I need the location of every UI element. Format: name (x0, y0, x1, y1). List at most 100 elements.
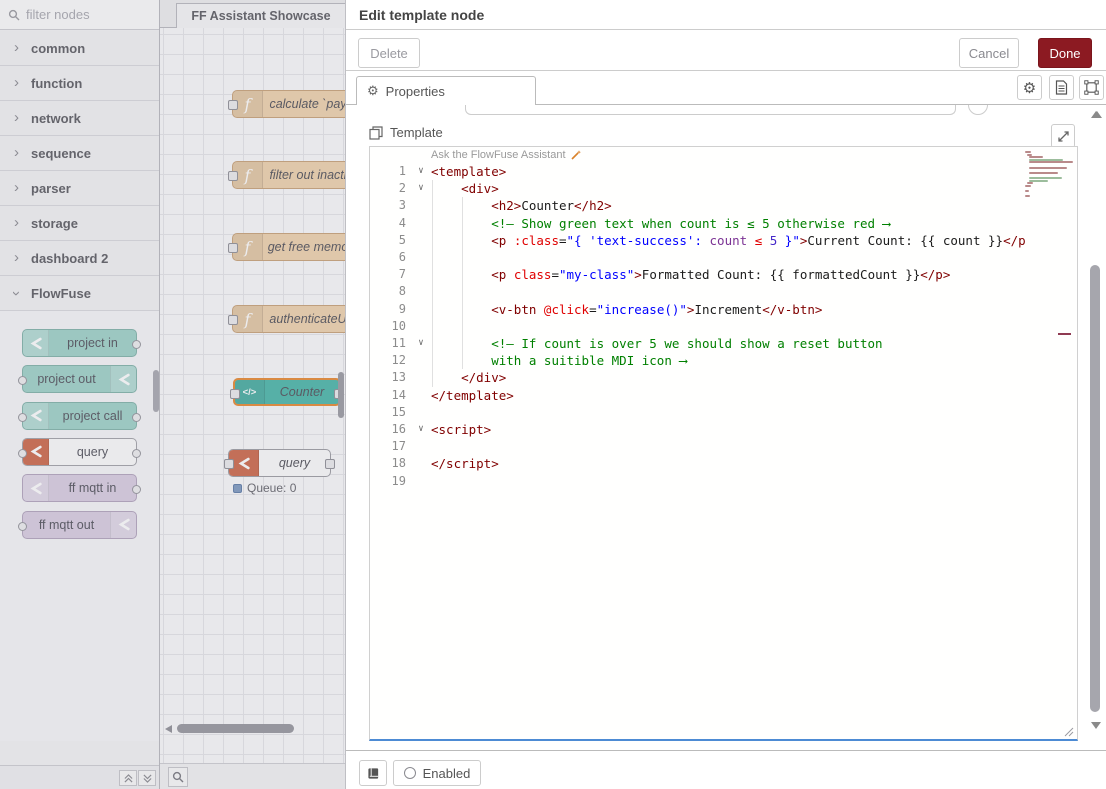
tab-properties[interactable]: ⚙ Properties (356, 76, 536, 105)
palette-category-label: sequence (31, 146, 91, 161)
expand-editor-button[interactable] (1051, 124, 1075, 148)
line-number: 2 (370, 180, 406, 197)
code-content (431, 249, 1025, 266)
code-line-18[interactable]: 18</script> (370, 455, 1077, 472)
palette-filter-input[interactable] (26, 7, 146, 22)
palette-category-flowfuse[interactable]: ›FlowFuse (0, 276, 159, 311)
node-label: calculate `pay (263, 97, 345, 111)
template-field-row: Template (369, 125, 443, 140)
palette-category-storage[interactable]: ›storage (0, 206, 159, 241)
tray-scroll-up-arrow[interactable] (1091, 111, 1101, 118)
code-line-3[interactable]: 3<h2>Counter</h2> (370, 197, 1077, 214)
node-port[interactable] (228, 171, 238, 181)
code-line-17[interactable]: 17 (370, 438, 1077, 455)
delete-button[interactable]: Delete (358, 38, 420, 68)
code-line-12[interactable]: 12with a suitible MDI icon ⟶ (370, 352, 1077, 369)
palette-flowfuse-section: project in project out project call query ff… (0, 311, 159, 741)
node-port[interactable] (228, 243, 238, 253)
assistant-hint[interactable]: Ask the FlowFuse Assistant (431, 149, 582, 161)
focus-zoom-button[interactable] (168, 767, 188, 787)
code-line-7[interactable]: 7<p class="my-class">Formatted Count: {{… (370, 266, 1077, 283)
palette-category-function[interactable]: ›function (0, 66, 159, 101)
minimap-line (1025, 151, 1031, 153)
palette-search[interactable] (0, 0, 159, 30)
code-line-2[interactable]: 2∨<div> (370, 180, 1077, 197)
tray-scroll-down-arrow[interactable] (1091, 722, 1101, 729)
indent-guide (432, 266, 433, 283)
editor-resize-handle[interactable] (1062, 725, 1074, 737)
palette-node-project-call[interactable]: project call (22, 402, 137, 430)
code-editor[interactable]: Ask the FlowFuse Assistant 1∨<template>2… (369, 146, 1078, 741)
scroll-left-arrow-icon[interactable] (165, 725, 172, 733)
line-number: 17 (370, 438, 406, 455)
code-line-14[interactable]: 14</template> (370, 387, 1077, 404)
enabled-label: Enabled (423, 766, 471, 781)
node-label: get free memo (263, 240, 345, 254)
code-line-4[interactable]: 4<!— Show green text when count is ≤ 5 o… (370, 215, 1077, 232)
fold-chevron-icon[interactable]: ∨ (414, 180, 428, 197)
branch-icon (23, 475, 49, 501)
palette-category-label: common (31, 41, 85, 56)
flow-node-counter[interactable]: </>Counter (233, 378, 341, 406)
code-line-10[interactable]: 10 (370, 318, 1077, 335)
editor-minimap[interactable] (1025, 149, 1075, 729)
palette-category-sequence[interactable]: ›sequence (0, 136, 159, 171)
flow-node-authenticateu[interactable]: fauthenticateU (232, 305, 345, 333)
fold-chevron-icon[interactable]: ∨ (414, 421, 428, 438)
line-number: 9 (370, 301, 406, 318)
palette-node-query[interactable]: query (22, 438, 137, 466)
flow-node-get-free-memo[interactable]: fget free memo (232, 233, 345, 261)
palette-category-common[interactable]: › common (0, 31, 159, 66)
palette-node-ff-mqtt-out[interactable]: ff mqtt out (22, 511, 137, 539)
chevron-right-icon: › (14, 40, 19, 55)
fold-chevron-icon[interactable]: ∨ (414, 163, 428, 180)
node-port[interactable] (224, 459, 234, 469)
code-line-6[interactable]: 6 (370, 249, 1077, 266)
palette-node-label: ff mqtt in (49, 481, 136, 495)
done-button[interactable]: Done (1038, 38, 1092, 68)
tray-scrollbar[interactable] (1090, 265, 1100, 712)
fold-chevron-icon[interactable]: ∨ (414, 335, 428, 352)
code-line-9[interactable]: 9<v-btn @click="increase()">Increment</v… (370, 301, 1077, 318)
code-line-11[interactable]: 11∨<!— If count is over 5 we should show… (370, 335, 1077, 352)
palette-node-project-in[interactable]: project in (22, 329, 137, 357)
cancel-button[interactable]: Cancel (959, 38, 1019, 68)
code-line-16[interactable]: 16∨<script> (370, 421, 1077, 438)
indent-guide (432, 197, 433, 214)
workspace-tab[interactable]: FF Assistant Showcase (176, 3, 345, 28)
flow-node-calculate-pay[interactable]: fcalculate `pay (232, 90, 345, 118)
node-port[interactable] (230, 389, 240, 399)
expand-all-button[interactable] (138, 770, 156, 786)
code-line-13[interactable]: 13</div> (370, 369, 1077, 386)
code-line-15[interactable]: 15 (370, 404, 1077, 421)
code-line-19[interactable]: 19 (370, 473, 1077, 490)
palette-scrollbar[interactable] (153, 370, 159, 412)
indent-guide (462, 352, 463, 369)
node-description-button[interactable] (1049, 75, 1074, 100)
collapse-all-button[interactable] (119, 770, 137, 786)
palette-node-project-out[interactable]: project out (22, 365, 137, 393)
node-port[interactable] (228, 315, 238, 325)
node-port[interactable] (325, 459, 335, 469)
flow-node-query[interactable]: query (228, 449, 331, 477)
tray-toolbar: Delete Cancel Done (346, 30, 1106, 71)
palette-node-label: project out (23, 372, 110, 386)
line-number: 16 (370, 421, 406, 438)
palette-node-ff-mqtt-in[interactable]: ff mqtt in (22, 474, 137, 502)
circle-icon (404, 767, 416, 779)
palette-category-network[interactable]: ›network (0, 101, 159, 136)
node-port[interactable] (228, 100, 238, 110)
code-line-1[interactable]: 1∨<template> (370, 163, 1077, 180)
library-button[interactable] (359, 760, 387, 786)
palette-category-parser[interactable]: ›parser (0, 171, 159, 206)
code-line-8[interactable]: 8 (370, 283, 1077, 300)
node-appearance-button[interactable] (1079, 75, 1104, 100)
canvas-horizontal-scrollbar[interactable] (177, 724, 294, 733)
code-line-5[interactable]: 5<p :class="{ 'text-success': count ≤ 5 … (370, 232, 1077, 249)
node-settings-button[interactable]: ⚙ (1017, 75, 1042, 100)
flow-node-filter-out-inacti[interactable]: ffilter out inacti (232, 161, 345, 189)
enabled-toggle-button[interactable]: Enabled (393, 760, 481, 786)
chevron-right-icon: › (14, 75, 19, 90)
canvas-vertical-scrollbar[interactable] (338, 372, 344, 418)
palette-category-dashboard-2[interactable]: ›dashboard 2 (0, 241, 159, 276)
